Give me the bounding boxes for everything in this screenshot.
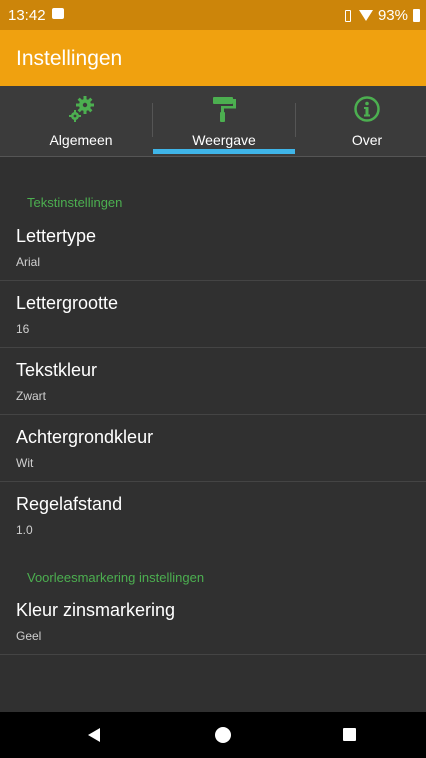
- info-icon: [354, 96, 380, 122]
- pref-title: Tekstkleur: [16, 360, 98, 380]
- pref-title: Regelafstand: [16, 494, 123, 514]
- pref-title: Kleur zinsmarkering: [16, 600, 176, 620]
- tab-label: Weergave: [192, 132, 256, 148]
- status-icons: 93%: [342, 7, 420, 24]
- pref-achtergrondkleur[interactable]: Achtergrondkleur Wit: [0, 414, 426, 482]
- tab-over[interactable]: Over: [296, 86, 426, 156]
- pref-regelafstand[interactable]: Regelafstand 1.0: [0, 481, 426, 548]
- status-time: 13:42: [8, 7, 46, 24]
- pref-kleur-zinsmarkering[interactable]: Kleur zinsmarkering Geel: [0, 587, 426, 655]
- selected-tab-indicator: [153, 149, 295, 154]
- app-bar: Instellingen: [0, 30, 426, 86]
- battery-icon: [413, 9, 420, 22]
- settings-list: Tekstinstellingen Lettertype Arial Lette…: [0, 157, 426, 712]
- status-bar: 13:42 93%: [0, 0, 426, 30]
- home-icon[interactable]: [215, 727, 231, 743]
- pref-lettertype[interactable]: Lettertype Arial: [0, 213, 426, 281]
- gears-icon: [69, 96, 94, 122]
- paint-roller-icon: [213, 97, 236, 122]
- back-icon[interactable]: [88, 728, 100, 742]
- pref-summary: Geel: [16, 629, 42, 643]
- pref-title: Lettertype: [16, 226, 97, 246]
- tab-weergave[interactable]: Weergave: [153, 86, 295, 156]
- pref-summary: Zwart: [16, 389, 46, 403]
- vibrate-icon: [342, 9, 354, 22]
- tab-label: Algemeen: [49, 132, 113, 148]
- pref-title: Lettergrootte: [16, 293, 119, 313]
- pref-summary: 1.0: [16, 523, 33, 537]
- navigation-bar: [0, 712, 426, 758]
- tab-label: Over: [351, 132, 383, 148]
- section-header-tekstinstellingen: Tekstinstellingen: [27, 195, 123, 210]
- pref-summary: Wit: [16, 456, 34, 470]
- image-notification-icon: [52, 8, 64, 19]
- pref-summary: 16: [16, 322, 30, 336]
- battery-percent: 93%: [377, 7, 408, 24]
- section-header-voorleesmarkering: Voorleesmarkering instellingen: [27, 570, 205, 585]
- tab-algemeen[interactable]: Algemeen: [10, 86, 152, 156]
- tab-bar: Algemeen Weergave Over: [0, 86, 426, 157]
- pref-tekstkleur[interactable]: Tekstkleur Zwart: [0, 347, 426, 415]
- pref-title: Achtergrondkleur: [16, 427, 154, 447]
- pref-lettergrootte[interactable]: Lettergrootte 16: [0, 280, 426, 348]
- pref-summary: Arial: [16, 255, 41, 269]
- wifi-icon: [358, 10, 373, 21]
- page-title: Instellingen: [16, 47, 123, 70]
- recent-apps-icon[interactable]: [343, 728, 356, 741]
